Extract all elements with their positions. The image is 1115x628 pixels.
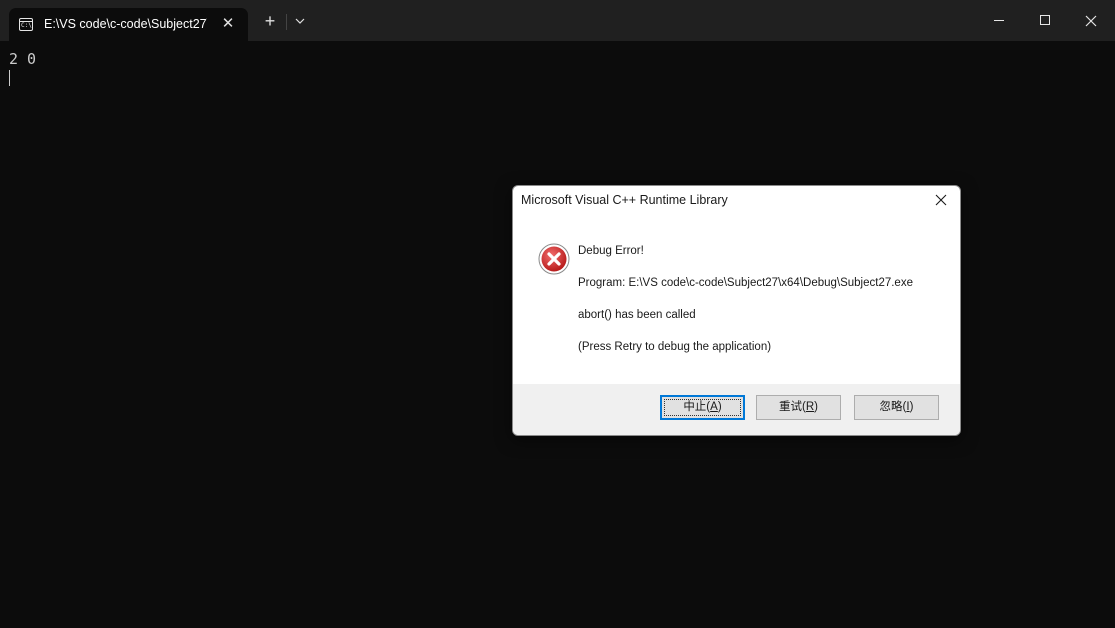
tab-close-icon[interactable]: ✕ [220, 16, 236, 32]
terminal-icon: C:\ [19, 18, 33, 31]
close-window-button[interactable] [1068, 0, 1114, 41]
minimize-button[interactable] [976, 0, 1022, 41]
program-path: Program: E:\VS code\c-code\Subject27\x64… [578, 277, 913, 289]
text-cursor [9, 70, 10, 86]
close-icon [935, 194, 947, 206]
dialog-close-button[interactable] [931, 192, 951, 210]
error-heading: Debug Error! [578, 245, 644, 257]
focus-rectangle [664, 399, 741, 416]
dialog-button-bar: 中止(A) 重试(R) 忽略(I) [513, 384, 960, 435]
title-bar: C:\ E:\VS code\c-code\Subject27\x64\Debu… [0, 0, 1115, 41]
retry-hint: (Press Retry to debug the application) [578, 341, 772, 353]
abort-button[interactable]: 中止(A) [660, 395, 745, 420]
error-icon [538, 243, 570, 275]
tab-divider [286, 14, 287, 30]
tab-title: E:\VS code\c-code\Subject27\x64\Debug\Su… [44, 17, 207, 31]
close-icon [1085, 15, 1097, 27]
maximize-button[interactable] [1022, 0, 1068, 41]
new-tab-button[interactable]: + [261, 12, 279, 30]
retry-button[interactable]: 重试(R) [756, 395, 841, 420]
dialog-title: Microsoft Visual C++ Runtime Library [521, 193, 728, 207]
terminal-tab[interactable]: C:\ E:\VS code\c-code\Subject27\x64\Debu… [9, 8, 248, 41]
ignore-button[interactable]: 忽略(I) [854, 395, 939, 420]
error-dialog: Microsoft Visual C++ Runtime Library Deb… [512, 185, 961, 436]
chevron-down-icon[interactable] [291, 12, 309, 30]
abort-message: abort() has been called [578, 309, 696, 321]
console-output: 2 0 [9, 50, 37, 68]
